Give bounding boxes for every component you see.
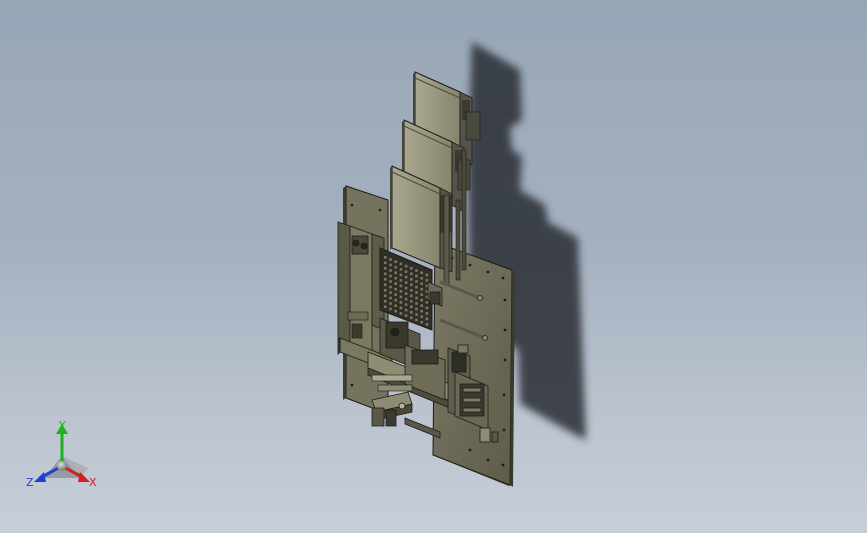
grid-perforation <box>399 284 403 288</box>
grid-perforation <box>425 317 429 321</box>
grid-perforation <box>404 308 408 312</box>
grid-perforation <box>410 316 413 320</box>
grid-perforation <box>394 282 397 285</box>
grid-perforation <box>394 304 397 307</box>
grid-perforation <box>389 307 392 311</box>
grid-perforation <box>415 307 418 311</box>
grid-perforation <box>425 279 429 282</box>
grid-perforation <box>420 276 423 280</box>
grid-perforation <box>399 290 403 293</box>
grid-perforation <box>420 309 423 313</box>
grid-perforation <box>420 287 423 291</box>
grid-perforation <box>399 306 403 310</box>
grid-perforation <box>410 289 413 292</box>
grid-perforation <box>420 293 423 296</box>
grid-perforation <box>404 275 408 279</box>
orientation-triad: Y X Z <box>26 419 97 489</box>
grid-perforation <box>410 278 413 281</box>
grid-perforation <box>399 273 403 277</box>
grid-perforation <box>399 295 403 299</box>
grid-perforation <box>404 314 408 317</box>
grid-perforation <box>384 289 387 292</box>
grid-perforation <box>420 304 423 307</box>
grid-perforation <box>399 262 403 266</box>
grid-perforation <box>399 268 403 271</box>
z-axis-arrowhead <box>34 472 46 482</box>
grid-perforation <box>415 296 418 300</box>
grid-perforation <box>420 315 423 318</box>
grid-perforation <box>384 283 387 287</box>
grid-perforation <box>389 258 392 261</box>
grid-perforation <box>404 281 408 284</box>
grid-perforation <box>410 272 413 276</box>
grid-perforation <box>404 292 408 295</box>
grid-perforation <box>399 312 403 315</box>
grid-perforation <box>399 301 403 304</box>
grid-perforation <box>415 274 418 278</box>
grid-perforation <box>394 298 397 302</box>
grid-perforation <box>389 263 392 267</box>
grid-perforation <box>415 285 418 289</box>
grid-perforation <box>404 264 408 268</box>
grid-perforation <box>425 273 429 277</box>
x-axis-label: X <box>89 476 97 489</box>
grid-perforation <box>420 282 423 285</box>
grid-perforation <box>394 287 397 291</box>
grid-perforation <box>425 306 429 310</box>
grid-perforation <box>399 279 403 282</box>
grid-perforation <box>415 280 418 283</box>
grid-perforation <box>404 286 408 290</box>
z-axis-label: Z <box>26 476 34 489</box>
grid-perforation <box>410 300 413 303</box>
grid-perforation <box>384 256 387 259</box>
grid-perforation <box>389 302 392 305</box>
grid-perforation <box>410 311 413 314</box>
grid-perforation <box>415 318 418 322</box>
grid-perforation <box>394 271 397 274</box>
grid-perforation <box>425 323 429 326</box>
grid-perforation <box>384 261 387 265</box>
grid-perforation <box>389 274 392 278</box>
grid-perforation <box>384 267 387 270</box>
grid-perforation <box>389 296 392 300</box>
grid-perforation <box>394 276 397 280</box>
grid-perforation <box>389 269 392 272</box>
grid-perforation <box>420 320 423 324</box>
triad-origin <box>57 461 67 471</box>
grid-perforation <box>415 269 418 272</box>
cad-model-view[interactable] <box>0 0 867 533</box>
grid-perforation <box>425 312 429 315</box>
grid-perforation <box>410 283 413 287</box>
grid-perforation <box>394 309 397 313</box>
grid-perforation <box>415 313 418 316</box>
grid-perforation <box>384 272 387 276</box>
grid-perforation <box>415 291 418 294</box>
grid-perforation <box>384 278 387 281</box>
grid-perforation <box>394 265 397 269</box>
grid-perforation <box>420 271 423 274</box>
grid-perforation <box>425 301 429 304</box>
grid-perforation <box>410 267 413 270</box>
grid-perforation <box>404 297 408 301</box>
grid-perforation <box>389 280 392 283</box>
grid-perforation <box>404 270 408 273</box>
grid-perforation <box>384 305 387 309</box>
grid-perforation <box>420 298 423 302</box>
grid-perforation <box>389 285 392 289</box>
grid-perforation <box>415 302 418 305</box>
grid-perforation <box>389 291 392 294</box>
graphics-viewport[interactable]: Y X Z <box>0 0 867 533</box>
grid-perforation <box>410 294 413 298</box>
grid-perforation <box>410 305 413 309</box>
grid-perforation <box>394 293 397 296</box>
y-axis-label: Y <box>58 419 66 432</box>
grid-perforation <box>404 303 408 306</box>
grid-perforation <box>394 260 397 263</box>
grid-perforation <box>384 300 387 303</box>
grid-perforation <box>384 294 387 298</box>
